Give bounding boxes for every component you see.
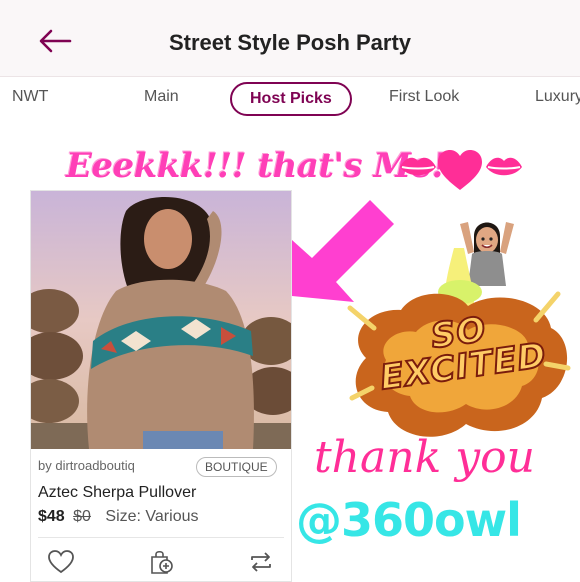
overlay-headline: Eeekkk!!! that's Me! [66,146,447,186]
share-icon[interactable] [247,548,275,576]
heart-icon[interactable] [47,548,75,576]
listing-price: $48 [38,508,65,525]
thank-you-text: thank you [314,432,535,483]
original-price: $0 [73,508,91,525]
heart-decor-icon [438,150,482,190]
listing-photo[interactable] [31,191,291,449]
app-header: Street Style Posh Party [0,0,580,77]
price-row: $48 $0 Size: Various [38,508,198,526]
seller-name[interactable]: by dirtroadboutiq [38,458,135,473]
tab-luxury[interactable]: Luxury [535,88,580,106]
add-to-bundle-icon[interactable] [147,548,175,576]
tab-first-look[interactable]: First Look [389,88,459,106]
boutique-badge: BOUTIQUE [196,457,277,477]
tab-bar: NWT Main Host Picks First Look Luxury [0,78,580,122]
host-handle-text: @360owl [296,493,522,547]
page-title: Street Style Posh Party [168,30,412,55]
listing-size: Size: Various [105,508,199,525]
listing-card[interactable]: by dirtroadboutiq BOUTIQUE Aztec Sherpa … [30,190,292,582]
lips-icon [400,157,436,176]
listing-title[interactable]: Aztec Sherpa Pullover [38,484,196,502]
tab-nwt[interactable]: NWT [12,88,48,106]
divider [38,537,284,538]
tab-main[interactable]: Main [144,88,179,106]
lips-icon [486,157,522,176]
tab-host-picks[interactable]: Host Picks [230,82,352,116]
